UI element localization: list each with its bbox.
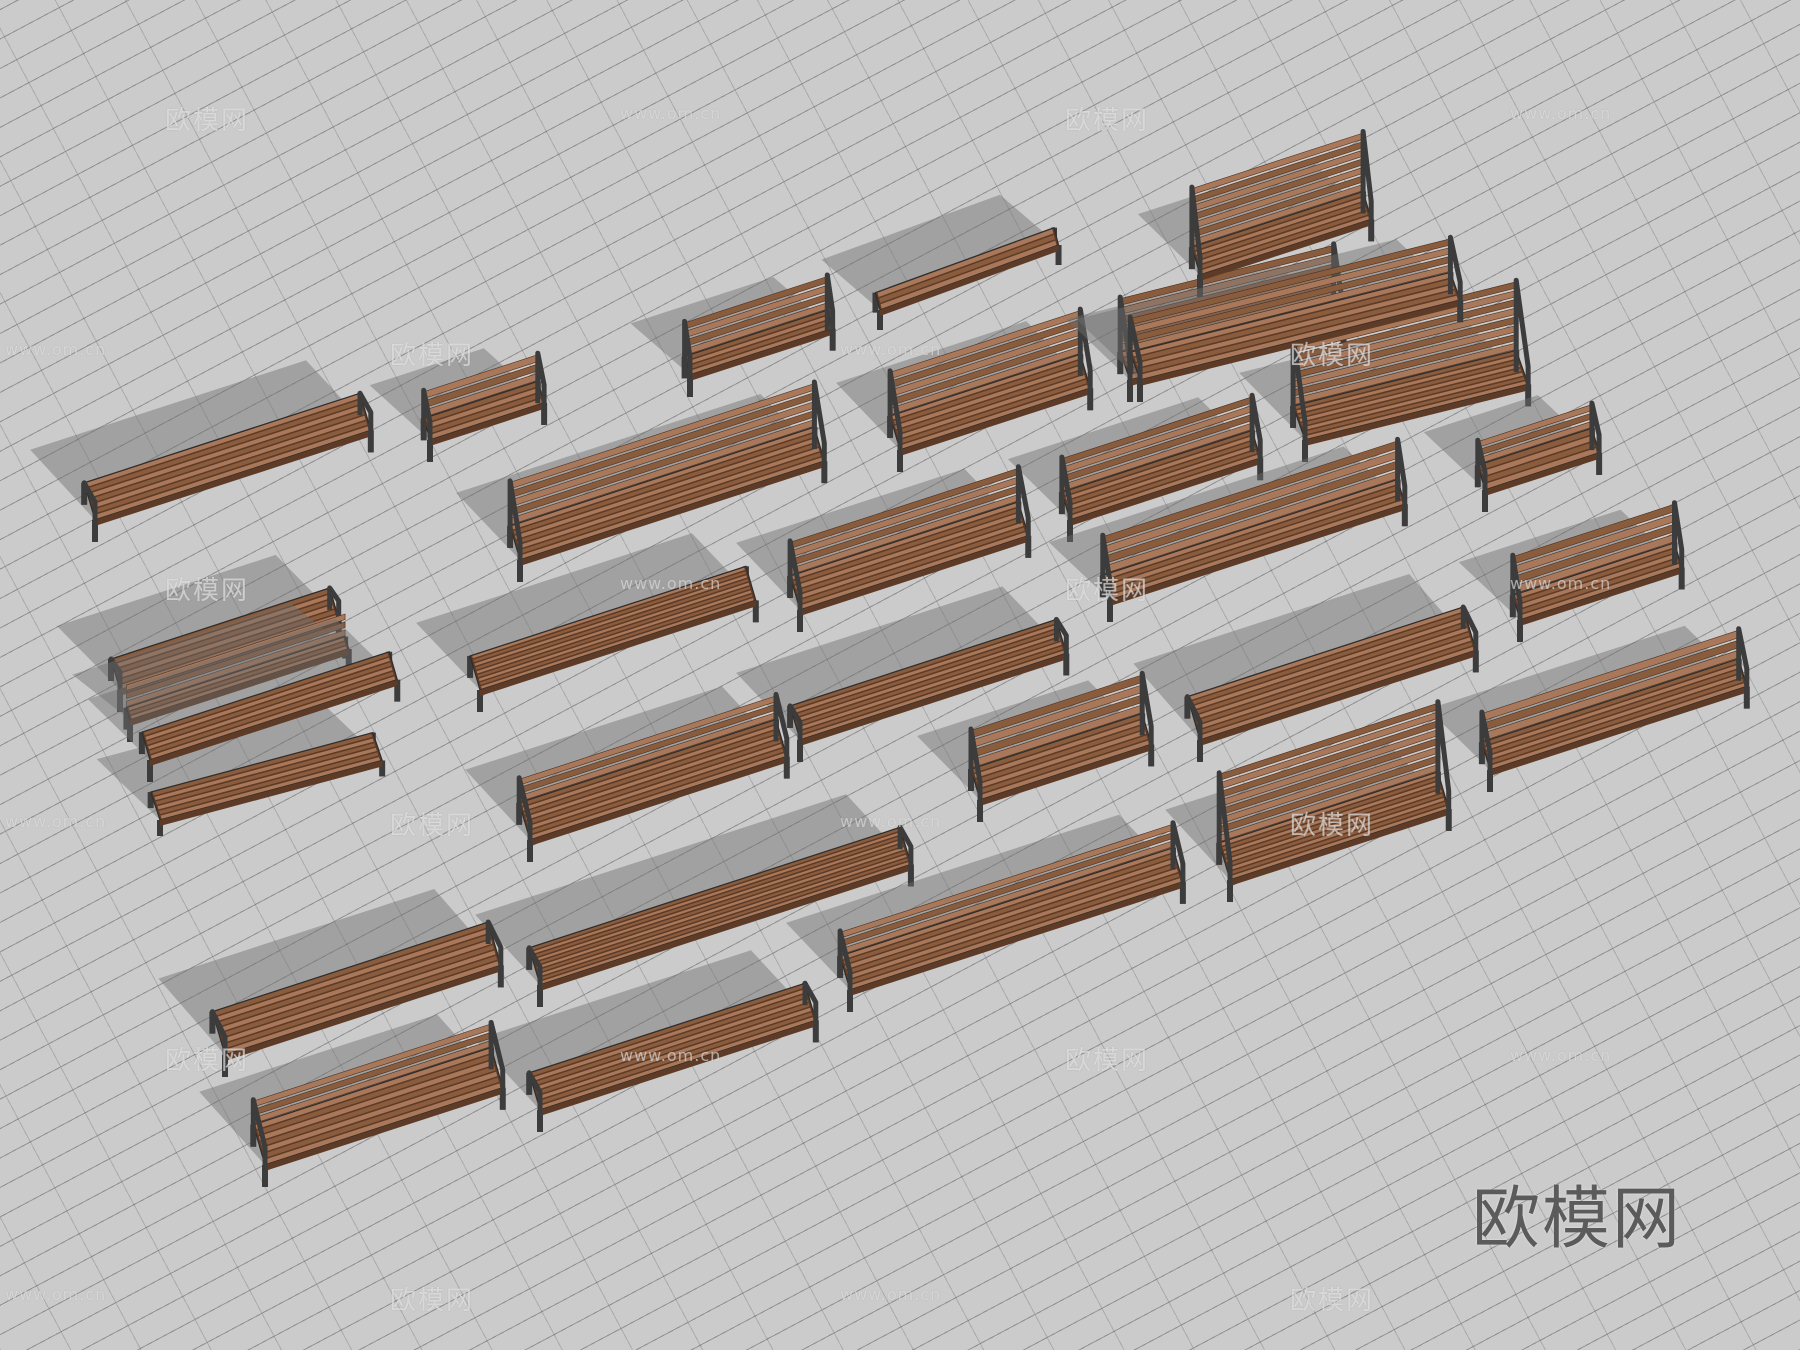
- bench-model[interactable]: [821, 194, 1062, 330]
- watermark-url: www.om.cn: [840, 812, 942, 831]
- watermark-url: www.om.cn: [1510, 104, 1612, 123]
- bench-model[interactable]: [475, 950, 819, 1132]
- watermark-url: www.om.cn: [840, 1285, 942, 1304]
- watermark-url: www.om.cn: [5, 340, 107, 359]
- watermark-text: 欧模网: [390, 341, 475, 371]
- bench-model[interactable]: [1423, 395, 1603, 512]
- watermark-text: 欧模网: [1290, 1286, 1375, 1316]
- watermark-text: 欧模网: [390, 1286, 475, 1316]
- bench-model-collection: [30, 129, 1750, 1187]
- bench-model[interactable]: [30, 360, 374, 542]
- watermark-text: 欧模网: [1065, 576, 1150, 606]
- watermark-text: 欧模网: [165, 106, 250, 136]
- watermark-url: www.om.cn: [1510, 574, 1612, 593]
- bench-side-frame: [1249, 392, 1263, 481]
- 3d-model-viewport[interactable]: 欧模网 www.om.cn 欧模网 www.om.cn www.om.cn 欧模…: [0, 0, 1800, 1350]
- bench-side-frame: [1736, 626, 1750, 709]
- watermark-text: 欧模网: [390, 811, 475, 841]
- watermark-url: www.om.cn: [620, 574, 722, 593]
- watermark-text: 欧模网: [165, 576, 250, 606]
- bench-side-frame: [1395, 436, 1408, 527]
- watermark-text: 欧模网: [1290, 341, 1375, 371]
- watermark-text: 欧模网: [165, 1046, 250, 1076]
- watermark-url: www.om.cn: [620, 1046, 722, 1065]
- watermark-text: 欧模网: [1065, 1046, 1150, 1076]
- bench-side-frame: [535, 350, 547, 425]
- watermark-url: www.om.cn: [5, 1285, 107, 1304]
- watermark-url: www.om.cn: [840, 340, 942, 359]
- bench-model[interactable]: [416, 533, 759, 712]
- watermark-url: www.om.cn: [1510, 1046, 1612, 1065]
- bench-side-frame: [1672, 500, 1685, 590]
- bench-model[interactable]: [1458, 500, 1685, 642]
- brand-logo: 欧模网: [1472, 1180, 1683, 1259]
- watermark-url: www.om.cn: [620, 104, 722, 123]
- watermark-text: 欧模网: [1065, 106, 1150, 136]
- watermark-text: 欧模网: [1290, 811, 1375, 841]
- bench-model[interactable]: [630, 272, 836, 397]
- watermark-url: www.om.cn: [5, 812, 107, 831]
